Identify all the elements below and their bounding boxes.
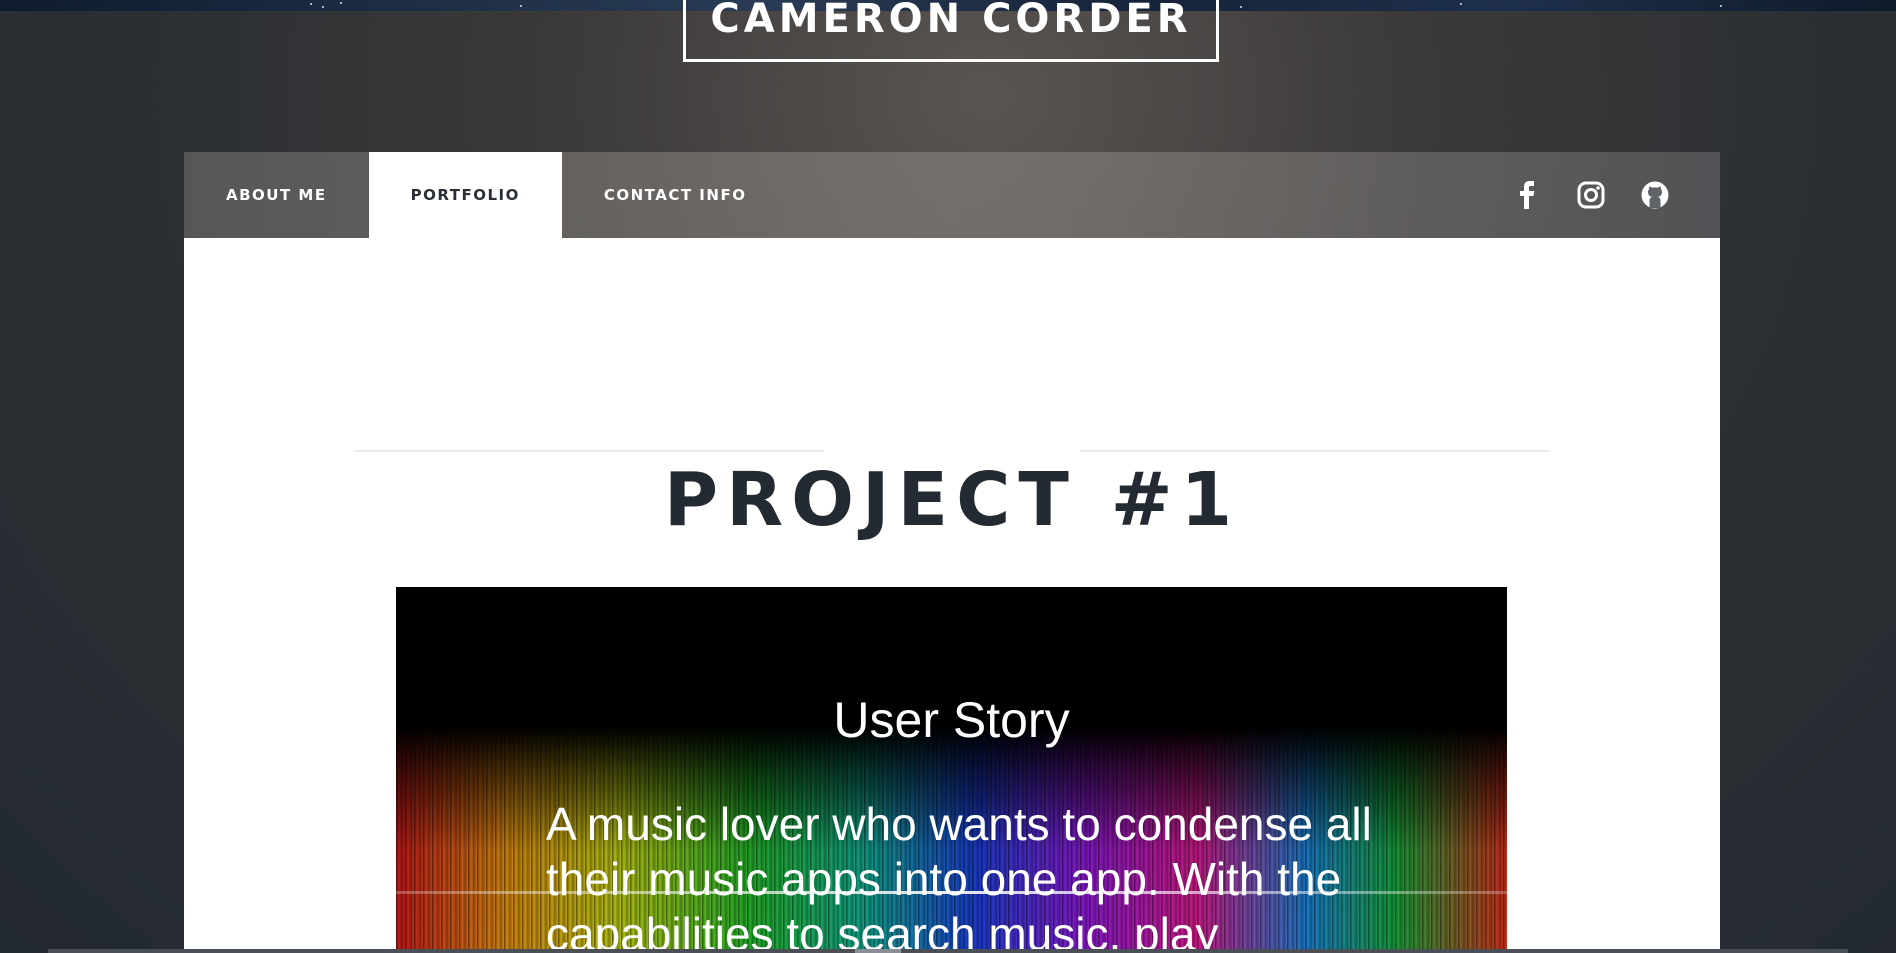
instagram-glyph <box>1577 181 1605 209</box>
facebook-glyph <box>1520 181 1535 209</box>
user-story-heading: User Story <box>833 692 1070 748</box>
github-icon[interactable] <box>1640 180 1670 210</box>
title-divider-left <box>354 450 824 452</box>
facebook-icon[interactable] <box>1512 180 1542 210</box>
star-decoration <box>322 6 324 8</box>
tab-about-me[interactable]: ABOUT ME <box>184 152 369 238</box>
github-glyph <box>1641 181 1669 209</box>
project-screenshot[interactable]: User Story A music lover who wants to co… <box>396 587 1507 953</box>
main-nav: ABOUT ME PORTFOLIO CONTACT INFO <box>184 152 1720 238</box>
social-links <box>1512 152 1720 238</box>
star-decoration <box>1240 6 1242 8</box>
star-decoration <box>1460 3 1462 5</box>
star-decoration <box>520 5 522 7</box>
site-title: CAMERON CORDER <box>710 0 1192 42</box>
horizontal-scrollbar[interactable] <box>48 949 1848 953</box>
user-story-text: A music lover who wants to condense all … <box>546 798 1372 953</box>
tab-contact-info[interactable]: CONTACT INFO <box>562 152 789 238</box>
brand-box[interactable]: CAMERON CORDER <box>683 0 1219 62</box>
star-decoration <box>310 3 312 5</box>
instagram-icon[interactable] <box>1576 180 1606 210</box>
star-decoration <box>340 2 342 4</box>
tab-portfolio[interactable]: PORTFOLIO <box>368 152 562 238</box>
title-divider-right <box>1080 450 1550 452</box>
star-decoration <box>1720 5 1722 7</box>
project-title: PROJECT #1 <box>663 457 1241 543</box>
portfolio-content: PROJECT #1 User Story A music lover who … <box>184 238 1720 953</box>
scrollbar-thumb[interactable] <box>855 949 901 953</box>
